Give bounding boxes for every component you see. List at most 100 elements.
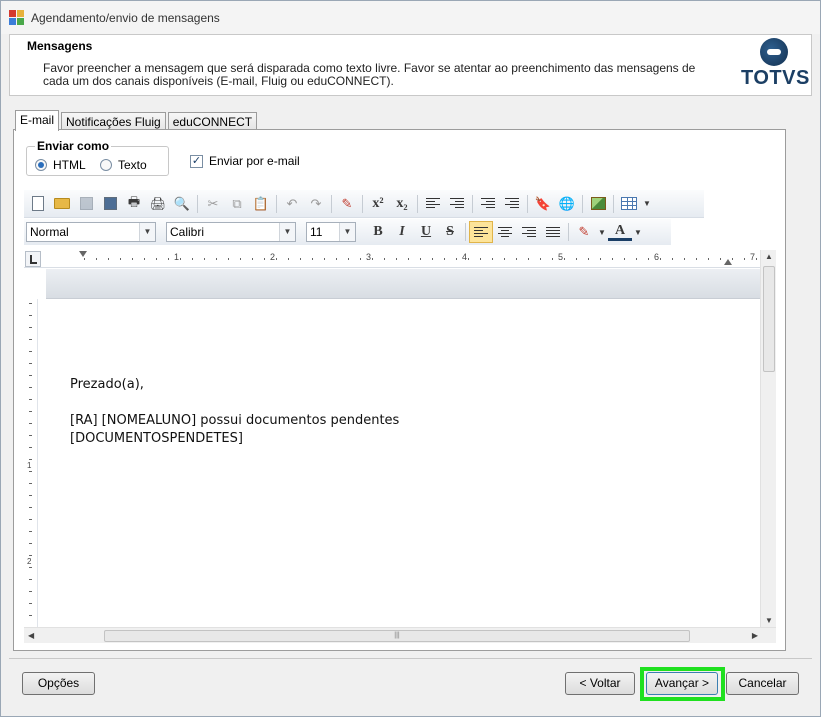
tab-email[interactable]: E-mail (15, 110, 60, 131)
underline-button[interactable]: U (414, 221, 438, 243)
ruler-number: 1 (174, 252, 180, 262)
header-panel: Mensagens Favor preencher a mensagem que… (9, 34, 812, 96)
scroll-left-icon[interactable]: ◀ (28, 631, 34, 640)
radio-texto[interactable]: Texto (100, 158, 147, 172)
highlight-dropdown-icon[interactable]: ▼ (596, 221, 608, 243)
footer-divider (9, 658, 812, 659)
ruler-tick (120, 258, 121, 260)
subscript-button[interactable]: x₂ (390, 193, 414, 215)
ruler-tick (564, 258, 565, 260)
ruler-tick (192, 258, 193, 260)
ruler-tick (29, 531, 32, 532)
table-dropdown-icon[interactable]: ▼ (641, 193, 653, 215)
ruler-tick (360, 258, 361, 260)
ruler-tick (744, 258, 745, 260)
align-justify-icon[interactable] (541, 221, 565, 243)
editor-content[interactable]: Prezado(a), [RA] [NOMEALUNO] possui docu… (70, 376, 399, 448)
vertical-scroll-thumb[interactable] (763, 266, 775, 372)
ruler-tick (156, 258, 157, 260)
indent-marker-icon[interactable] (79, 251, 87, 257)
numbered-list-icon[interactable] (421, 193, 445, 215)
chevron-down-icon[interactable]: ▼ (139, 223, 155, 241)
editor-toolbar-main: 🖶 🖨 🔍 ✂ ⧉ 📋 ↶ ↷ ✎ x² x₂ 🔖 🌐 ▼ (24, 190, 704, 218)
bookmark-icon[interactable]: 🔖 (531, 193, 555, 215)
radio-html-label: HTML (53, 158, 86, 172)
ruler-tick (396, 258, 397, 260)
next-button[interactable]: Avançar > (646, 672, 718, 695)
horizontal-scrollbar[interactable]: ◀ ||| ▶ (24, 627, 776, 643)
right-indent-marker-icon[interactable] (724, 259, 732, 265)
font-size-select[interactable]: 11 ▼ (306, 222, 356, 242)
ruler-tick (29, 591, 32, 592)
wizard-window: Agendamento/envio de mensagens Mensagens… (0, 0, 821, 717)
scroll-up-icon[interactable]: ▲ (765, 252, 773, 261)
open-folder-icon[interactable] (50, 193, 74, 215)
ruler-tick (168, 258, 169, 260)
ruler-tick (420, 258, 421, 260)
radio-html[interactable]: HTML (35, 158, 86, 172)
superscript-button[interactable]: x² (366, 193, 390, 215)
ruler-tick (29, 567, 32, 568)
radio-html-dot[interactable] (35, 159, 47, 171)
ruler-tick (144, 258, 145, 260)
tab-stop-selector-icon[interactable] (25, 251, 41, 267)
new-document-icon[interactable] (26, 193, 50, 215)
header-title: Mensagens (27, 39, 93, 53)
print-icon[interactable]: 🖶 (122, 193, 146, 215)
bold-button[interactable]: B (366, 221, 390, 243)
hyperlink-icon[interactable]: 🌐 (555, 193, 579, 215)
vertical-scrollbar[interactable]: ▲ ▼ (760, 250, 776, 627)
ruler-tick (29, 303, 32, 304)
strikethrough-button[interactable]: S (438, 221, 462, 243)
align-right-icon[interactable] (517, 221, 541, 243)
ruler-number: 2 (27, 557, 32, 566)
save-as-icon[interactable] (98, 193, 122, 215)
ruler-tick (384, 258, 385, 260)
ruler-tick (696, 258, 697, 260)
chevron-down-icon[interactable]: ▼ (339, 223, 355, 241)
font-color-button[interactable]: A (608, 223, 632, 241)
redo-icon[interactable]: ↷ (304, 193, 328, 215)
quick-print-icon[interactable]: 🖨 (146, 193, 170, 215)
save-icon[interactable] (74, 193, 98, 215)
print-preview-icon[interactable]: 🔍 (170, 193, 194, 215)
font-select[interactable]: Calibri ▼ (166, 222, 296, 242)
decrease-indent-icon[interactable] (500, 193, 524, 215)
options-button[interactable]: Opções (22, 672, 95, 695)
paste-icon[interactable]: 📋 (249, 193, 273, 215)
ruler-tick (576, 258, 577, 260)
window-title: Agendamento/envio de mensagens (31, 10, 220, 25)
insert-image-icon[interactable] (586, 193, 610, 215)
align-left-icon[interactable] (469, 221, 493, 243)
ruler-tick (180, 258, 181, 260)
ruler-tick (29, 579, 32, 580)
ruler-tick (29, 327, 32, 328)
scroll-right-icon[interactable]: ▶ (752, 631, 758, 640)
cut-icon[interactable]: ✂ (201, 193, 225, 215)
cancel-button[interactable]: Cancelar (726, 672, 799, 695)
spellcheck-icon[interactable]: ✎ (335, 193, 359, 215)
align-center-icon[interactable] (493, 221, 517, 243)
back-button[interactable]: < Voltar (565, 672, 635, 695)
ruler-tick (29, 351, 32, 352)
insert-table-icon[interactable] (617, 193, 641, 215)
style-select[interactable]: Normal ▼ (26, 222, 156, 242)
copy-icon[interactable]: ⧉ (225, 193, 249, 215)
bullet-list-icon[interactable] (445, 193, 469, 215)
scroll-down-icon[interactable]: ▼ (765, 616, 773, 625)
check-icon[interactable]: ✓ (190, 154, 203, 168)
ruler-tick (648, 258, 649, 260)
send-email-checkbox[interactable]: ✓ Enviar por e-mail (190, 154, 300, 168)
horizontal-scroll-thumb[interactable]: ||| (104, 630, 690, 642)
ruler-tick (29, 447, 32, 448)
rich-text-editor[interactable]: Prezado(a), [RA] [NOMEALUNO] possui docu… (46, 300, 760, 627)
highlight-color-icon[interactable]: ✎ (572, 221, 596, 243)
italic-button[interactable]: I (390, 221, 414, 243)
ruler-tick (528, 258, 529, 260)
ruler-tick (336, 258, 337, 260)
radio-texto-dot[interactable] (100, 159, 112, 171)
font-color-dropdown-icon[interactable]: ▼ (632, 221, 644, 243)
chevron-down-icon[interactable]: ▼ (279, 223, 295, 241)
undo-icon[interactable]: ↶ (280, 193, 304, 215)
increase-indent-icon[interactable] (476, 193, 500, 215)
